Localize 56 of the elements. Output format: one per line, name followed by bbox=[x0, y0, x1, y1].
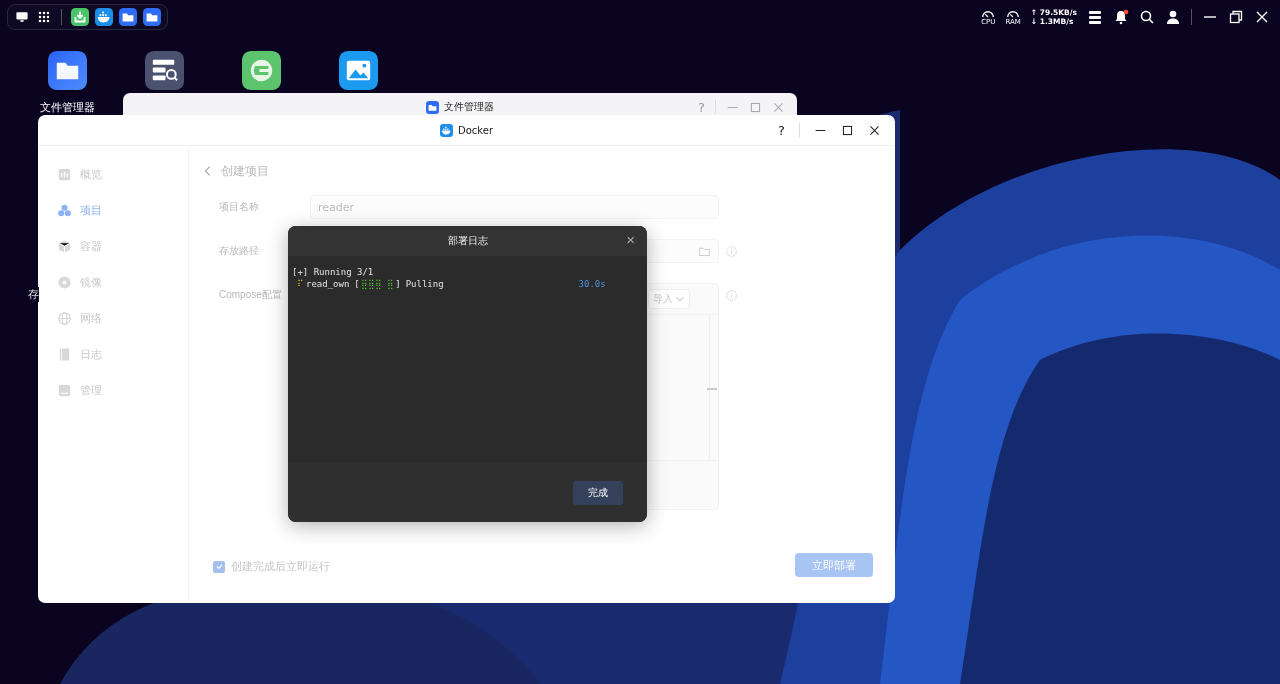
elapsed-time: 30.0s bbox=[578, 278, 606, 290]
bracket: [ bbox=[354, 278, 360, 290]
folder-icon[interactable] bbox=[48, 51, 87, 90]
info-icon bbox=[725, 289, 738, 302]
help-button[interactable]: ? bbox=[778, 122, 785, 138]
checkmark-icon bbox=[214, 562, 224, 571]
search-icon[interactable] bbox=[1139, 9, 1155, 25]
info-icon bbox=[725, 245, 738, 258]
log-line: [+] Running 3/1 bbox=[292, 266, 374, 278]
dialog-title: 部署日志 bbox=[447, 234, 488, 248]
status-glyphs: ⣿⣿⣿ ⣿ bbox=[360, 278, 395, 290]
whale-icon bbox=[440, 123, 453, 137]
download-icon[interactable] bbox=[71, 8, 89, 26]
close-icon[interactable] bbox=[1254, 9, 1270, 25]
whale-icon[interactable] bbox=[95, 8, 113, 26]
app-grid-icon[interactable] bbox=[36, 9, 52, 25]
bar-chart-icon bbox=[57, 166, 72, 182]
close-button[interactable]: × bbox=[626, 231, 635, 249]
window-title: Docker bbox=[458, 124, 493, 136]
gauge-icon bbox=[1006, 8, 1021, 18]
gauge-icon bbox=[981, 8, 996, 18]
page-title: 创建项目 bbox=[221, 162, 269, 180]
panel-icon bbox=[57, 382, 72, 398]
window-title: 文件管理器 bbox=[444, 100, 494, 114]
box-icon bbox=[57, 238, 72, 254]
restore-icon[interactable] bbox=[1228, 9, 1244, 25]
help-button[interactable]: ? bbox=[698, 99, 705, 115]
chevron-down-icon bbox=[675, 294, 685, 304]
maximize-icon[interactable] bbox=[841, 123, 854, 137]
book-icon bbox=[57, 346, 72, 362]
checkbox[interactable] bbox=[213, 560, 225, 573]
server-search-icon[interactable] bbox=[145, 51, 184, 90]
close-icon[interactable] bbox=[868, 123, 881, 137]
globe-icon bbox=[57, 310, 72, 326]
bell-icon[interactable] bbox=[1113, 9, 1129, 25]
status-text: Pulling bbox=[405, 278, 444, 290]
service-name: read_own bbox=[306, 278, 350, 290]
field-label: 存放路径 bbox=[219, 244, 260, 258]
done-button[interactable]: 完成 bbox=[573, 480, 623, 505]
monitor-icon[interactable] bbox=[14, 9, 30, 25]
deploy-button[interactable]: 立即部署 bbox=[795, 553, 873, 577]
bracket: ] bbox=[395, 278, 401, 290]
app-label[interactable]: 存 bbox=[28, 287, 39, 302]
disc-icon bbox=[57, 274, 72, 290]
spinner-icon: ⠏ bbox=[297, 278, 304, 290]
user-icon[interactable] bbox=[1165, 9, 1181, 25]
folder-icon[interactable] bbox=[119, 8, 137, 26]
folder-icon[interactable] bbox=[143, 8, 161, 26]
picture-icon[interactable] bbox=[339, 51, 378, 90]
sidebar-item[interactable]: 项目 bbox=[38, 192, 188, 228]
field-label: 项目名称 bbox=[219, 200, 260, 214]
app-label[interactable]: 文件管理器 bbox=[40, 100, 95, 115]
server-list-icon[interactable] bbox=[1087, 9, 1103, 25]
cubes-icon bbox=[57, 202, 72, 218]
text-field[interactable]: reader bbox=[310, 195, 719, 219]
scrollbar[interactable] bbox=[707, 388, 717, 390]
